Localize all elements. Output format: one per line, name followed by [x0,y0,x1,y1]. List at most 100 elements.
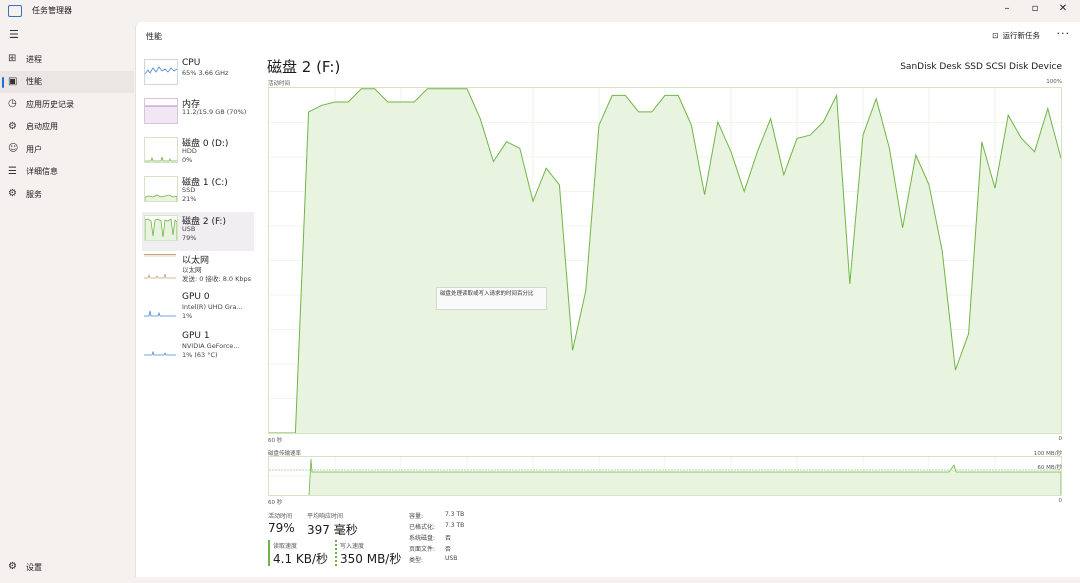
nav-item-startup-apps[interactable]: ⚙ 启动应用 [0,116,134,139]
prop-formatted-key: 已格式化: [409,524,436,531]
nav-item-label: 服务 [26,189,42,199]
disk-1-thumbnail [144,176,178,202]
more-options-button[interactable]: ··· [1057,27,1071,40]
device-detail: Intel(R) UHD Gra... [182,303,243,311]
nav-item-details[interactable]: ☰ 详细信息 [0,161,134,184]
disk-0-thumbnail [144,137,178,163]
prop-type-value: USB [445,555,458,562]
details-icon: ☰ [8,165,17,177]
run-new-task-button[interactable]: ⊡ 运行新任务 [992,30,1040,41]
device-item-gpu-0[interactable]: GPU 0 Intel(R) UHD Gra... 1% [142,290,254,329]
memory-thumbnail [144,98,178,124]
nav-item-services[interactable]: ⚙ 服务 [0,183,134,206]
prop-system-disk-value: 否 [445,535,452,542]
write-speed-value: 350 MB/秒 [340,552,402,566]
nav-item-label: 设置 [26,562,42,572]
device-usage: 1% [182,312,193,320]
ethernet-thumbnail [144,254,176,279]
task-manager-app-icon [8,5,22,17]
users-icon: ☺ [8,143,19,154]
gpu-1-thumbnail [144,350,176,356]
graph1-time-left: 60 秒 [268,438,283,444]
run-task-label: 运行新任务 [1002,31,1041,40]
graph1-time-right: 0 [1058,436,1063,442]
sidebar-nav: ⊞ 进程 ▣ 性能 ◷ 应用历史记录 ⚙ 启动应用 ☺ 用户 ☰ 详细信息 ⚙ 服务 [0,48,134,206]
prop-capacity-value: 7.3 TB [445,511,465,518]
startup-icon: ⚙ [8,120,17,132]
active-time-label: 活动时间 [268,513,293,520]
gear-icon: ⚙ [8,561,17,572]
disk-2-thumbnail [144,215,178,241]
device-usage: 79% [182,234,197,242]
minimize-button[interactable]: – [996,3,1018,14]
device-item-ethernet[interactable]: 以太网 以太网 发送: 0 接收: 8.0 Kbps [142,251,254,290]
nav-item-label: 性能 [26,77,42,87]
main-device-title: 磁盘 2 (F:) [267,58,341,76]
graph1-max-label: 100% [1046,79,1062,85]
close-button[interactable]: ✕ [1052,3,1074,14]
device-detail: 65% 3.66 GHz [182,69,229,77]
nav-item-processes[interactable]: ⊞ 进程 [0,48,134,71]
nav-item-label: 启动应用 [26,122,58,132]
history-icon: ◷ [8,98,17,109]
nav-item-label: 用户 [26,144,42,154]
nav-item-label: 应用历史记录 [26,99,74,109]
nav-item-app-history[interactable]: ◷ 应用历史记录 [0,93,134,116]
active-time-area [269,88,1061,433]
device-item-disk-1[interactable]: 磁盘 1 (C:) SSD 21% [142,173,254,212]
nav-item-users[interactable]: ☺ 用户 [0,138,134,161]
graph1-label: 活动时间 [268,81,291,87]
avg-response-value: 397 毫秒 [307,523,358,537]
performance-icon: ▣ [8,75,18,87]
read-speed-indicator [268,540,270,566]
transfer-rate-chart [269,457,1061,495]
prop-type-key: 类型: [409,557,424,564]
maximize-button[interactable]: ▫ [1024,3,1046,14]
device-detail: 11.2/15.9 GB (70%) [182,108,247,116]
cpu-thumbnail [144,59,178,85]
nav-item-label: 进程 [26,54,42,64]
device-name: CPU [182,58,201,68]
device-item-disk-0[interactable]: 磁盘 0 (D:) HDD 0% [142,134,254,173]
run-task-icon: ⊡ [992,31,999,40]
prop-page-file-key: 页面文件: [409,546,436,553]
graph2-mid-label: 60 MB/秒 [1037,465,1062,471]
read-speed-value: 4.1 KB/秒 [273,552,329,566]
processes-icon: ⊞ [8,53,17,64]
read-speed-label: 读取速度 [273,543,298,550]
device-item-cpu[interactable]: CPU 65% 3.66 GHz [142,56,254,95]
prop-system-disk-key: 系统磁盘: [409,535,436,542]
page-title: 性能 [146,32,162,41]
graph2-time-right: 0 [1058,498,1063,504]
write-speed-indicator [335,540,337,566]
nav-item-settings[interactable]: ⚙ 设置 [0,557,134,577]
device-item-disk-2[interactable]: 磁盘 2 (F:) USB 79% [142,212,254,251]
device-name: GPU 1 [182,331,210,341]
device-detail: NVIDIA GeForce... [182,342,240,350]
tooltip: 磁盘处理读取或写入请求的时间百分比 [436,287,547,310]
device-item-gpu-1[interactable]: GPU 1 NVIDIA GeForce... 1% (63 °C) [142,329,254,368]
graph2-time-left: 60 秒 [268,500,283,506]
prop-capacity-key: 容量: [409,513,424,520]
device-type: HDD [182,147,197,155]
gpu-0-thumbnail [144,310,176,317]
window-title: 任务管理器 [32,6,72,15]
device-item-memory[interactable]: 内存 11.2/15.9 GB (70%) [142,95,254,134]
prop-page-file-value: 否 [445,546,452,553]
active-time-graph [268,87,1062,434]
nav-item-label: 详细信息 [26,167,58,177]
device-usage: 1% (63 °C) [182,351,218,359]
content-panel: 性能 ⊡ 运行新任务 ··· CPU 65% 3.66 GHz 内存 11.2/… [135,22,1080,577]
device-name: GPU 0 [182,292,210,302]
device-usage: 0% [182,156,193,164]
device-list: CPU 65% 3.66 GHz 内存 11.2/15.9 GB (70%) 磁… [142,56,254,368]
write-speed-label: 写入速度 [340,543,365,550]
title-bar: 任务管理器 – ▫ ✕ [0,0,1080,22]
device-type: USB [182,225,196,233]
nav-item-performance[interactable]: ▣ 性能 [0,70,134,93]
device-type: SSD [182,186,196,194]
device-usage: 21% [182,195,197,203]
hamburger-menu-icon[interactable]: ☰ [9,28,19,41]
transfer-rate-graph [268,456,1062,496]
prop-formatted-value: 7.3 TB [445,522,465,529]
